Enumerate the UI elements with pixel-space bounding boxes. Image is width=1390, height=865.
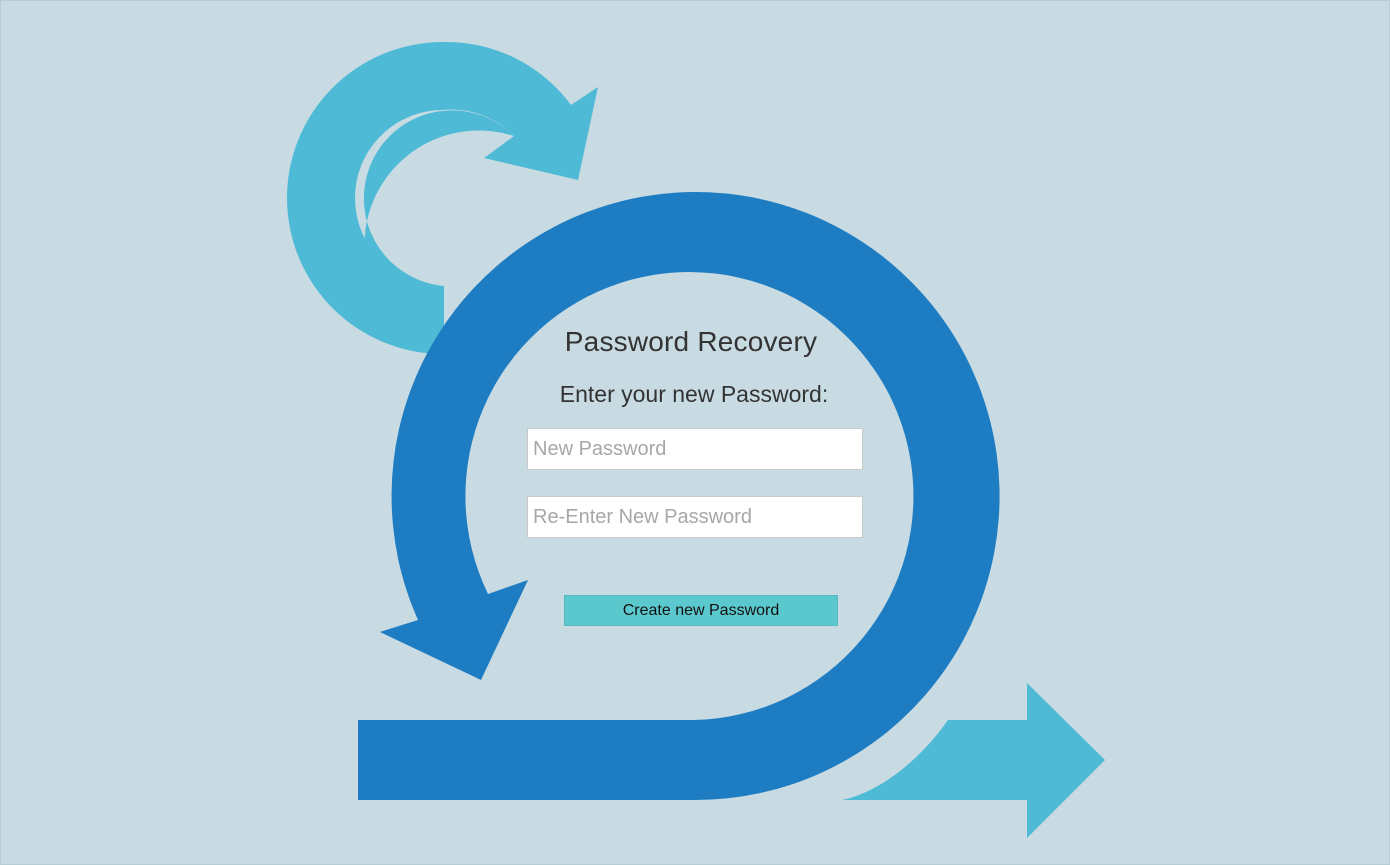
instruction-text: Enter your new Password:	[559, 381, 829, 407]
reenter-password-input[interactable]	[527, 496, 863, 538]
create-password-button[interactable]: Create new Password	[564, 595, 838, 626]
new-password-input[interactable]	[527, 428, 863, 470]
page-title: Password Recovery	[564, 326, 818, 357]
